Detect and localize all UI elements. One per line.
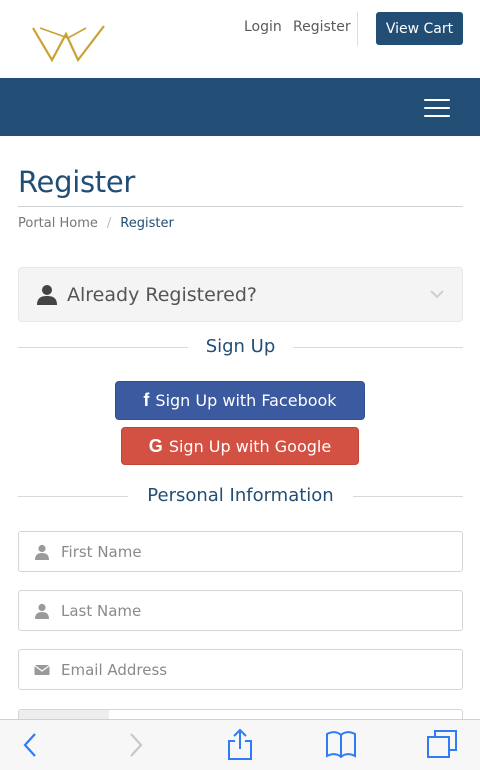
facebook-button-label: Sign Up with Facebook	[155, 391, 337, 410]
breadcrumb-portal-home[interactable]: Portal Home	[18, 216, 98, 231]
breadcrumb-current: Register	[120, 216, 174, 231]
header-divider	[357, 12, 358, 46]
page-title: Register	[18, 165, 135, 199]
forward-arrow-icon[interactable]	[128, 732, 144, 758]
signup-facebook-button[interactable]: f Sign Up with Facebook	[115, 381, 365, 420]
tabs-icon[interactable]	[426, 729, 458, 759]
bookmarks-icon[interactable]	[325, 730, 357, 758]
register-link[interactable]: Register	[293, 19, 351, 35]
signup-google-button[interactable]: G Sign Up with Google	[121, 427, 359, 465]
google-button-label: Sign Up with Google	[168, 436, 332, 456]
back-arrow-icon[interactable]	[22, 732, 38, 758]
user-icon	[37, 285, 57, 305]
facebook-icon: f	[143, 390, 150, 410]
personal-info-section-header: Personal Information	[18, 485, 463, 509]
view-cart-button[interactable]: View Cart	[376, 12, 463, 45]
first-name-input[interactable]	[61, 532, 451, 571]
hamburger-menu-icon[interactable]	[424, 99, 450, 117]
top-header: Login Register View Cart	[0, 0, 480, 78]
browser-toolbar	[0, 719, 480, 770]
breadcrumb-separator: /	[106, 216, 112, 231]
email-field[interactable]	[18, 649, 463, 690]
google-icon: G	[148, 435, 163, 456]
chevron-down-icon	[430, 290, 444, 299]
last-name-field[interactable]	[18, 590, 463, 631]
breadcrumb: Portal Home / Register	[18, 216, 174, 231]
share-icon[interactable]	[226, 728, 254, 760]
user-icon	[35, 544, 49, 560]
title-divider	[18, 206, 463, 207]
main-navbar	[0, 78, 480, 136]
email-input[interactable]	[61, 650, 451, 689]
signup-section-header: Sign Up	[18, 336, 463, 360]
already-registered-panel[interactable]: Already Registered?	[18, 267, 463, 322]
w-logo-icon[interactable]	[30, 20, 110, 66]
login-link[interactable]: Login	[244, 19, 282, 35]
personal-info-heading: Personal Information	[147, 485, 334, 506]
last-name-input[interactable]	[61, 591, 451, 630]
first-name-field[interactable]	[18, 531, 463, 572]
signup-heading: Sign Up	[205, 336, 276, 357]
already-registered-label: Already Registered?	[67, 284, 257, 306]
user-icon	[35, 603, 49, 619]
envelope-icon	[34, 665, 50, 675]
